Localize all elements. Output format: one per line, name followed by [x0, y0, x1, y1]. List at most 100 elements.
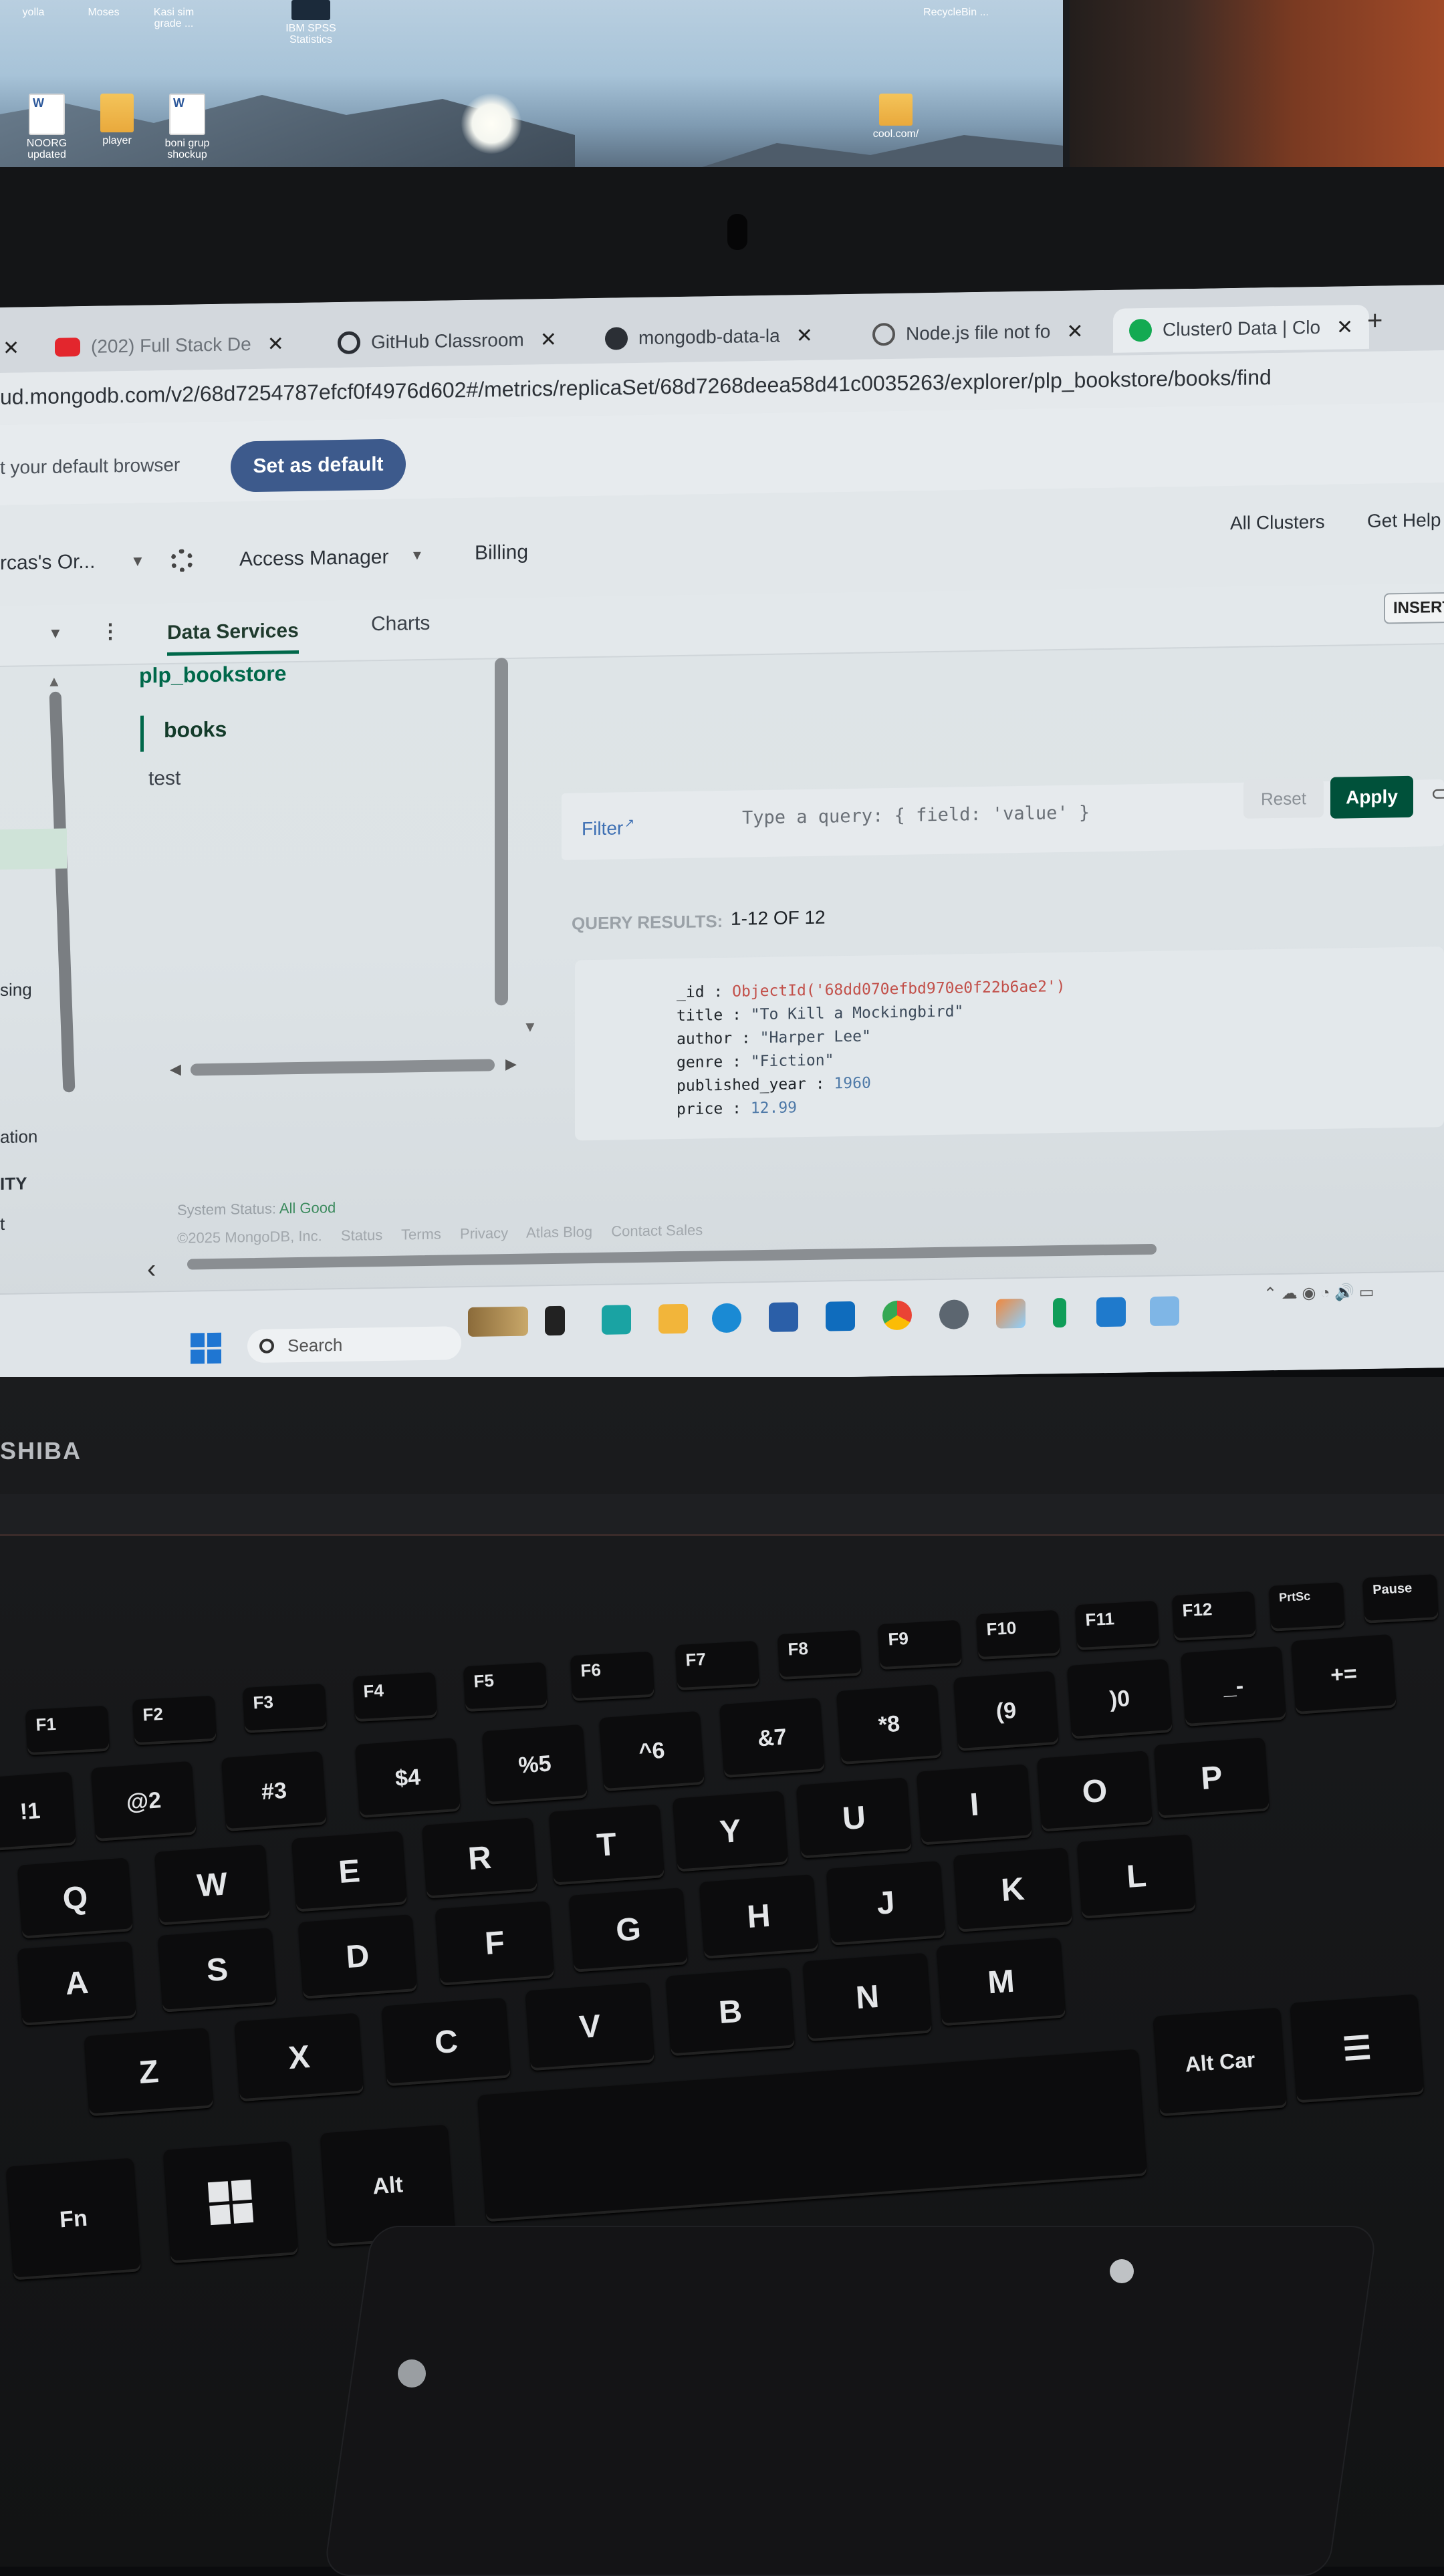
vscode-icon[interactable] — [1096, 1297, 1126, 1327]
key-l[interactable]: L — [1077, 1834, 1196, 1919]
key-y[interactable]: Y — [673, 1791, 788, 1872]
key-f10[interactable]: F10 — [976, 1609, 1060, 1660]
desktop-icon[interactable]: RecycleBin ... — [923, 7, 989, 18]
page-horizontal-scrollbar[interactable] — [187, 1243, 1157, 1270]
key-minus[interactable]: _- — [1181, 1646, 1286, 1727]
chevron-down-icon[interactable]: ▼ — [130, 553, 145, 570]
desktop-icon[interactable]: boni grup shockup — [154, 94, 221, 160]
footer-link-terms[interactable]: Terms — [401, 1226, 441, 1243]
key-p[interactable]: P — [1154, 1737, 1270, 1819]
key-f1[interactable]: F1 — [25, 1705, 110, 1756]
key-1[interactable]: !1 — [0, 1771, 76, 1851]
taskbar-search[interactable]: Search — [247, 1326, 461, 1364]
key-8[interactable]: *8 — [836, 1684, 942, 1765]
chevron-down-icon[interactable]: ▼ — [410, 548, 424, 563]
system-tray[interactable]: ⌃ ☁ ◉ ◔ 🔊 ▭ — [1264, 1283, 1374, 1304]
key-0[interactable]: )0 — [1067, 1658, 1173, 1740]
settings-icon[interactable] — [939, 1299, 969, 1329]
key-b[interactable]: B — [666, 1967, 795, 2057]
status-value[interactable]: All Good — [279, 1199, 336, 1216]
tab-charts[interactable]: Charts — [371, 612, 430, 636]
tab-close-partial[interactable]: ✕ — [0, 326, 19, 370]
database-item-plp-bookstore[interactable]: plp_bookstore — [139, 661, 286, 688]
close-icon[interactable]: ✕ — [267, 332, 284, 356]
tab-openai[interactable]: Node.js file not fo ✕ — [872, 309, 1083, 357]
tab-github[interactable]: mongodb-data-la ✕ — [605, 313, 813, 361]
tab-github-classroom[interactable]: GitHub Classroom ✕ — [338, 317, 557, 365]
key-f12[interactable]: F12 — [1172, 1591, 1256, 1642]
key-pause[interactable]: Pause — [1362, 1574, 1439, 1624]
scroll-left-icon[interactable]: ◀ — [170, 1061, 181, 1078]
key-windows[interactable] — [163, 2141, 298, 2264]
touchpad[interactable] — [323, 2226, 1378, 2576]
key-e[interactable]: E — [291, 1831, 407, 1912]
key-w[interactable]: W — [154, 1844, 270, 1926]
organization-selector[interactable]: rcas's Or... — [0, 551, 95, 575]
outlook-icon[interactable] — [826, 1301, 855, 1331]
key-c[interactable]: C — [382, 1997, 511, 2087]
key-m[interactable]: M — [937, 1937, 1066, 2027]
key-alt-car[interactable]: Alt Car — [1153, 2007, 1288, 2117]
key-q[interactable]: Q — [17, 1857, 133, 1939]
key-5[interactable]: %5 — [482, 1724, 588, 1805]
collection-item-test[interactable]: test — [148, 767, 180, 791]
external-link-icon[interactable]: ↗ — [624, 816, 634, 830]
sidebar-horizontal-scrollbar[interactable] — [191, 1059, 495, 1076]
options-icon[interactable]: ⊂ — [1431, 782, 1444, 805]
desktop-icon[interactable]: IBM SPSS Statistics — [277, 0, 344, 45]
scroll-up-icon[interactable]: ▲ — [47, 673, 62, 690]
key-f8[interactable]: F8 — [777, 1630, 862, 1680]
tab-data-services[interactable]: Data Services — [167, 619, 299, 656]
nav-label[interactable]: ation — [0, 1126, 37, 1148]
chrome-icon[interactable] — [882, 1300, 912, 1331]
close-icon[interactable]: ✕ — [540, 328, 557, 351]
desktop-icon[interactable]: player — [84, 94, 150, 146]
key-f6[interactable]: F6 — [570, 1651, 654, 1702]
document-card[interactable]: _id : ObjectId('68dd070efbd970e0f22b6ae2… — [575, 946, 1444, 1141]
edge-icon[interactable] — [712, 1303, 741, 1333]
reset-button[interactable]: Reset — [1243, 778, 1324, 819]
sidebar-scrollbar[interactable] — [495, 658, 508, 1006]
key-d[interactable]: D — [298, 1914, 417, 1999]
new-tab-icon[interactable]: + — [1367, 306, 1382, 336]
app-icon[interactable] — [769, 1302, 798, 1332]
key-equals[interactable]: += — [1291, 1634, 1397, 1715]
collection-item-books[interactable]: books — [164, 717, 227, 743]
key-3[interactable]: #3 — [221, 1751, 327, 1832]
footer-link-atlas-blog[interactable]: Atlas Blog — [526, 1223, 592, 1241]
key-9[interactable]: (9 — [953, 1670, 1059, 1752]
app-icon[interactable] — [1053, 1297, 1066, 1328]
key-z[interactable]: Z — [84, 2027, 213, 2117]
apply-button[interactable]: Apply — [1330, 775, 1413, 819]
desktop-icon[interactable]: cool.com/ — [862, 94, 929, 140]
windows-start-icon[interactable] — [191, 1332, 221, 1364]
key-s[interactable]: S — [158, 1928, 277, 2013]
left-scrollbar[interactable] — [49, 691, 76, 1093]
footer-link-status[interactable]: Status — [341, 1227, 382, 1244]
close-icon[interactable]: ✕ — [3, 336, 19, 360]
app-icon[interactable] — [996, 1298, 1026, 1329]
key-menu[interactable]: ☰ — [1290, 1994, 1425, 2103]
file-explorer-icon[interactable] — [658, 1303, 688, 1334]
key-f11[interactable]: F11 — [1075, 1600, 1159, 1651]
key-o[interactable]: O — [1037, 1751, 1153, 1832]
key-f[interactable]: F — [435, 1901, 554, 1986]
footer-link-contact-sales[interactable]: Contact Sales — [611, 1221, 703, 1239]
key-v[interactable]: V — [525, 1982, 654, 2071]
set-as-default-button[interactable]: Set as default — [231, 438, 406, 493]
key-j[interactable]: J — [826, 1861, 945, 1946]
desktop-icon[interactable]: yolla — [0, 7, 67, 18]
url-text[interactable]: ud.mongodb.com/v2/68d7254787efcf0f4976d6… — [0, 365, 1272, 410]
close-icon[interactable]: ✕ — [1336, 315, 1353, 339]
key-g[interactable]: G — [569, 1888, 688, 1972]
key-f3[interactable]: F3 — [243, 1683, 327, 1734]
key-n[interactable]: N — [803, 1952, 932, 2042]
scroll-right-icon[interactable]: ▶ — [505, 1055, 517, 1073]
app-icon[interactable] — [1150, 1296, 1179, 1326]
insert-document-button[interactable]: INSERT — [1384, 592, 1444, 624]
key-r[interactable]: R — [422, 1817, 537, 1899]
key-k[interactable]: K — [953, 1847, 1072, 1932]
close-icon[interactable]: ✕ — [796, 324, 813, 347]
store-icon[interactable] — [602, 1305, 631, 1335]
chevron-left-icon[interactable]: ‹ — [147, 1254, 156, 1284]
